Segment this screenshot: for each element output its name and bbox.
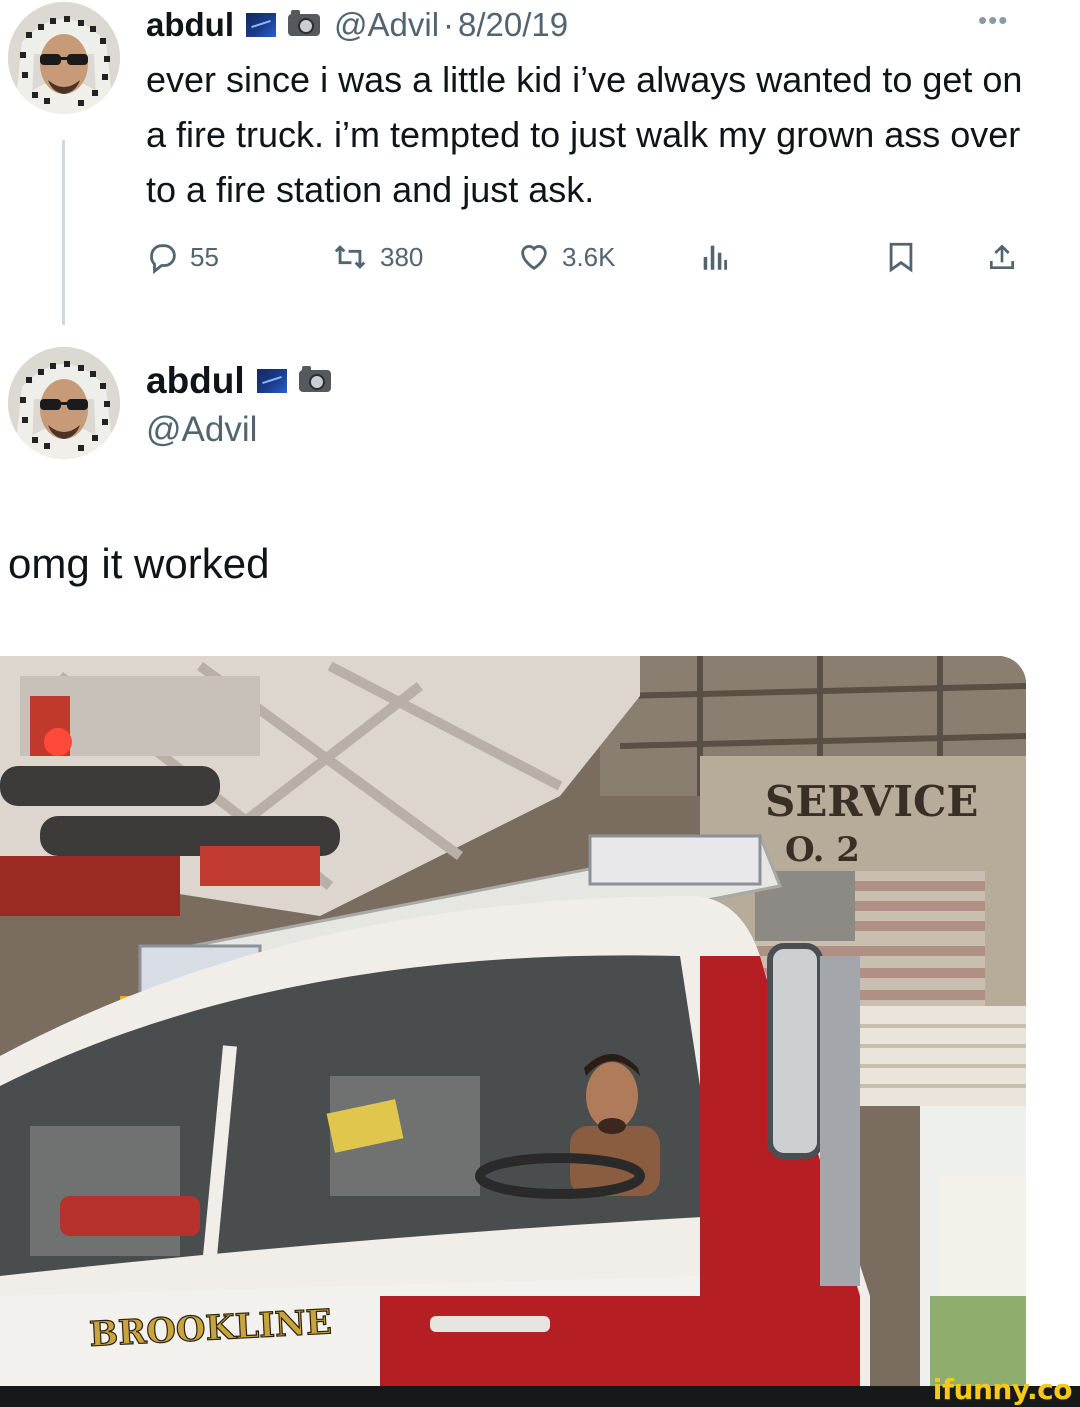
reply-count: 55 [190, 241, 219, 272]
views-icon [702, 240, 728, 274]
tweet-text: omg it worked [8, 540, 270, 587]
retweet-icon [330, 240, 370, 274]
camera-icon [298, 366, 331, 392]
display-name[interactable]: abdul [146, 6, 234, 44]
action-bar: 55 380 3.6K [146, 234, 1026, 280]
footer-bar [0, 1386, 1080, 1407]
tweet-header: abdul @Advil · 8/20/19 [146, 2, 568, 48]
handle[interactable]: @Advil [334, 6, 439, 44]
thread-line [62, 140, 65, 325]
station-sign-number: O. 2 [785, 830, 860, 870]
reply-button[interactable]: 55 [146, 234, 219, 280]
more-icon[interactable]: ••• [978, 7, 1008, 33]
tweet-photo[interactable]: SERVICE O. 2 BROOKLINE [0, 656, 1026, 1386]
tweet-header: abdul [146, 356, 331, 406]
retweet-button[interactable]: 380 [330, 234, 423, 280]
verified-flag-icon [246, 13, 276, 37]
share-icon [986, 240, 1018, 274]
separator: · [443, 6, 455, 43]
retweet-count: 380 [380, 241, 424, 272]
like-count: 3.6K [562, 241, 616, 272]
display-name[interactable]: abdul [146, 360, 245, 402]
timestamp[interactable]: 8/20/19 [458, 6, 568, 44]
tweet-text: ever since i was a little kid i’ve alway… [146, 59, 1023, 210]
station-sign: SERVICE [765, 777, 978, 826]
like-icon [516, 240, 552, 274]
like-button[interactable]: 3.6K [516, 234, 616, 280]
handle[interactable]: @Advil [146, 410, 257, 450]
verified-flag-icon [256, 369, 287, 393]
share-button[interactable] [986, 234, 1018, 280]
views-button[interactable] [702, 234, 728, 280]
reply-icon [146, 240, 180, 274]
avatar[interactable] [8, 2, 120, 114]
watermark-logo: ifunny.co [932, 1373, 1073, 1406]
bookmark-button[interactable] [886, 234, 916, 280]
camera-icon [288, 10, 320, 36]
bookmark-icon [886, 240, 916, 274]
avatar[interactable] [8, 347, 120, 459]
